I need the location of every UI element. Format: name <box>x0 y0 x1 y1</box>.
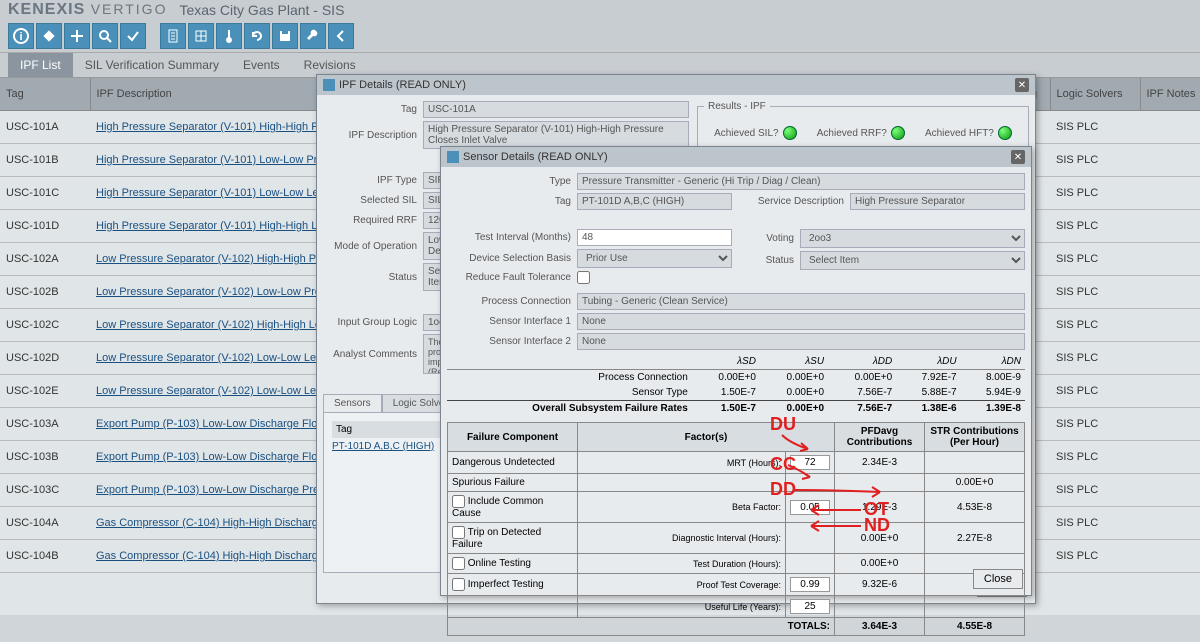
back-arrow-icon[interactable] <box>328 23 354 49</box>
hft-light-icon <box>998 126 1012 140</box>
sensor-svc-field: High Pressure Separator <box>850 193 1025 210</box>
subtab-sensors[interactable]: Sensors <box>323 394 382 412</box>
voting-select[interactable]: 2oo3 <box>800 229 1025 248</box>
th-ls[interactable]: Logic Solvers <box>1050 78 1140 111</box>
close-icon[interactable]: ✕ <box>1011 150 1025 164</box>
modal-icon <box>447 151 459 163</box>
sensor-type-field: Pressure Transmitter - Generic (Hi Trip … <box>577 173 1025 190</box>
status-select[interactable]: Select Item <box>800 251 1025 270</box>
close-icon[interactable]: ✕ <box>1015 78 1029 92</box>
modal-icon <box>323 79 335 91</box>
sensor-link[interactable]: PT-101D A,B,C (HIGH) <box>332 441 434 452</box>
sensor-details-modal: Sensor Details (READ ONLY) ✕ TypePressur… <box>440 146 1032 596</box>
save-icon[interactable] <box>272 23 298 49</box>
pc-field: Tubing - Generic (Clean Service) <box>577 293 1025 310</box>
tab-sil-summary[interactable]: SIL Verification Summary <box>73 53 231 77</box>
rrf-light-icon <box>891 126 905 140</box>
plus-icon[interactable] <box>64 23 90 49</box>
tab-events[interactable]: Events <box>231 53 292 77</box>
dsb-select[interactable]: Prior Use <box>577 249 732 268</box>
thermometer-icon[interactable] <box>216 23 242 49</box>
app-header: KENEXIS VERTIGO Texas City Gas Plant - S… <box>0 0 1200 20</box>
th-tag[interactable]: Tag <box>0 78 90 111</box>
failure-table: Failure Component Factor(s) PFDavg Contr… <box>447 422 1025 636</box>
sensor-close-button[interactable]: Close <box>973 569 1023 589</box>
wrench-icon[interactable] <box>300 23 326 49</box>
lambda-table: λSDλSUλDDλDUλDN Process Connection0.00E+… <box>447 354 1025 416</box>
test-interval-field[interactable]: 48 <box>577 229 732 246</box>
info-icon[interactable]: i <box>8 23 34 49</box>
si2-field: None <box>577 333 1025 350</box>
diamond-icon[interactable] <box>36 23 62 49</box>
sil-light-icon <box>783 126 797 140</box>
project-title: Texas City Gas Plant - SIS <box>179 2 344 18</box>
logo: KENEXIS VERTIGO <box>8 1 167 19</box>
ipf-tag-field: USC-101A <box>423 101 689 118</box>
grid-icon[interactable] <box>188 23 214 49</box>
si1-field: None <box>577 313 1025 330</box>
main-toolbar: i <box>0 20 1200 53</box>
refresh-icon[interactable] <box>244 23 270 49</box>
check-icon[interactable] <box>120 23 146 49</box>
search-icon[interactable] <box>92 23 118 49</box>
rft-checkbox[interactable] <box>577 271 590 284</box>
ipf-desc-field: High Pressure Separator (V-101) High-Hig… <box>423 121 689 149</box>
svg-text:i: i <box>19 31 22 43</box>
sensor-tag-field: PT-101D A,B,C (HIGH) <box>577 193 732 210</box>
ipf-modal-title-bar[interactable]: IPF Details (READ ONLY) ✕ <box>317 75 1035 95</box>
sensor-modal-title-bar[interactable]: Sensor Details (READ ONLY) ✕ <box>441 147 1031 167</box>
clipboard-icon[interactable] <box>160 23 186 49</box>
th-notes[interactable]: IPF Notes <box>1140 78 1200 111</box>
tab-ipf-list[interactable]: IPF List <box>8 53 73 77</box>
